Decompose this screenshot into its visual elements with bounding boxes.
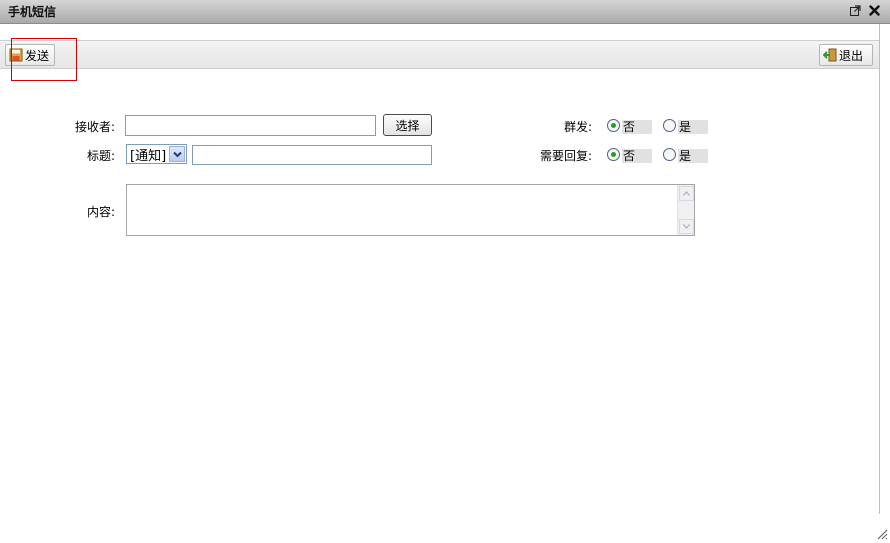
send-button[interactable]: 发送 bbox=[5, 44, 55, 66]
resize-grip-icon[interactable] bbox=[876, 528, 888, 540]
select-receiver-button[interactable]: 选择 bbox=[383, 114, 432, 136]
close-icon[interactable] bbox=[867, 3, 881, 17]
toolbar: 发送 退出 bbox=[0, 40, 879, 69]
exit-button[interactable]: 退出 bbox=[819, 44, 873, 66]
exit-door-icon bbox=[822, 48, 837, 62]
exit-button-label: 退出 bbox=[839, 48, 864, 63]
subject-category-select[interactable]: [通知] bbox=[126, 144, 187, 164]
external-window-icon[interactable] bbox=[848, 3, 862, 17]
textarea-scrollbar[interactable] bbox=[677, 185, 694, 235]
window-title: 手机短信 bbox=[8, 5, 57, 19]
need-reply-yes-radio[interactable] bbox=[663, 148, 676, 161]
receiver-input[interactable] bbox=[125, 115, 376, 136]
need-reply-no-radio[interactable] bbox=[607, 148, 620, 161]
content-textarea[interactable] bbox=[126, 184, 695, 236]
group-send-no-radio[interactable] bbox=[607, 119, 620, 132]
subject-label: 标题: bbox=[86, 149, 115, 163]
group-send-yes-radio[interactable] bbox=[663, 119, 676, 132]
group-send-label: 群发: bbox=[563, 120, 592, 134]
chevron-down-icon[interactable] bbox=[169, 146, 185, 162]
need-reply-label: 需要回复: bbox=[539, 149, 592, 163]
scroll-down-arrow-icon[interactable] bbox=[679, 219, 694, 234]
send-button-label: 发送 bbox=[25, 48, 50, 63]
content-right-border bbox=[879, 24, 880, 514]
window-title-bar: 手机短信 bbox=[0, 0, 890, 24]
need-reply-yes-label: 是 bbox=[678, 149, 708, 163]
content-label: 内容: bbox=[86, 205, 115, 219]
save-disk-icon bbox=[9, 48, 23, 62]
scroll-up-arrow-icon[interactable] bbox=[679, 186, 694, 201]
group-send-no-label: 否 bbox=[622, 120, 652, 134]
group-send-yes-label: 是 bbox=[678, 120, 708, 134]
receiver-label: 接收者: bbox=[74, 120, 115, 134]
subject-input[interactable] bbox=[192, 145, 432, 165]
subject-category-value: [通知] bbox=[130, 148, 167, 164]
need-reply-no-label: 否 bbox=[622, 149, 652, 163]
